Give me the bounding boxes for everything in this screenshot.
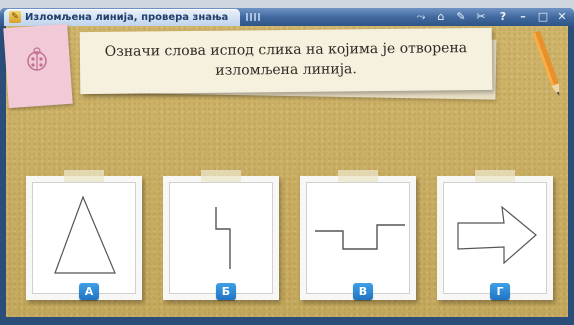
window-tab[interactable]: ✎ Изломљена линија, провера знања <box>4 9 240 26</box>
tape <box>338 170 378 182</box>
pencil-icon <box>532 30 560 97</box>
ladybug-icon <box>27 47 47 71</box>
answer-button-b[interactable]: Б <box>216 283 236 300</box>
tape <box>64 170 104 182</box>
triangle-shape <box>54 195 116 274</box>
share-icon[interactable]: ⤳ <box>412 9 430 25</box>
answer-button-c[interactable]: В <box>353 283 373 300</box>
title-bar: ✎ Изломљена линија, провера знања ⤳ ⌂ ✎ … <box>0 8 574 26</box>
tape <box>201 170 241 182</box>
pen-icon[interactable]: ✎ <box>452 9 470 25</box>
arrow-shape <box>457 205 537 265</box>
option-card-a[interactable] <box>26 170 142 300</box>
answer-button-d[interactable]: Г <box>490 283 510 300</box>
tape <box>475 170 515 182</box>
presentation-icon[interactable]: ⌂ <box>432 9 450 25</box>
settings-icon[interactable]: ✂ <box>472 9 490 25</box>
cork-board: Означи слова испод слика на којима је от… <box>3 23 568 317</box>
zigzag-shape <box>215 207 231 269</box>
maximize-icon[interactable]: □ <box>534 9 552 25</box>
option-card-b[interactable] <box>163 170 279 300</box>
step-shape <box>315 224 405 250</box>
instruction-card: Означи слова испод слика на којима је от… <box>79 27 493 95</box>
option-card-c[interactable] <box>300 170 416 300</box>
drag-handle[interactable] <box>246 13 260 21</box>
minimize-icon[interactable]: – <box>514 9 532 25</box>
help-icon[interactable]: ? <box>494 9 512 25</box>
option-card-d[interactable] <box>437 170 553 300</box>
instruction-text: Означи слова испод слика на којима је от… <box>80 38 492 82</box>
answer-button-a[interactable]: А <box>79 283 99 300</box>
close-icon[interactable]: ✕ <box>553 9 571 25</box>
app-icon: ✎ <box>9 11 21 23</box>
app-window: ✎ Изломљена линија, провера знања ⤳ ⌂ ✎ … <box>0 8 574 325</box>
window-bottom-border <box>0 317 574 325</box>
window-title: Изломљена линија, провера знања <box>25 12 229 23</box>
